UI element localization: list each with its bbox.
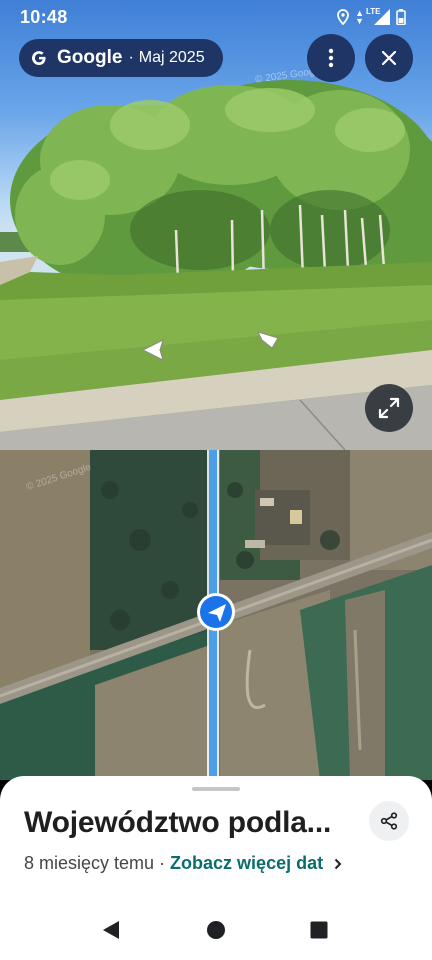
pill-separator: · <box>128 49 134 66</box>
more-dates-link[interactable]: Zobacz więcej dat <box>170 853 323 874</box>
close-button[interactable] <box>365 34 413 82</box>
expand-button[interactable] <box>365 384 413 432</box>
google-g-icon <box>32 51 46 66</box>
system-nav-bar <box>0 900 432 960</box>
expand-icon <box>378 397 400 419</box>
network-label: LTE <box>366 7 381 16</box>
capture-date: Maj 2025 <box>138 49 205 66</box>
status-icons: ▲ ▼ LTE <box>337 7 406 26</box>
more-vert-icon <box>328 48 334 68</box>
share-button[interactable] <box>369 801 409 841</box>
sheet-drag-handle[interactable] <box>192 787 240 791</box>
signal-lte-icon: LTE <box>366 7 390 25</box>
satellite-map[interactable]: © 2025 Google <box>0 450 432 780</box>
status-bar: 10:48 ▲ ▼ LTE <box>0 0 432 34</box>
home-circle-icon[interactable] <box>206 920 226 940</box>
more-options-button[interactable] <box>307 34 355 82</box>
recents-square-icon[interactable] <box>309 920 329 940</box>
place-title: Województwo podla... <box>24 806 332 839</box>
share-icon <box>380 812 398 830</box>
date-separator: · <box>159 853 166 873</box>
data-arrows-icon: ▲ ▼ <box>355 8 364 26</box>
google-brand: Google <box>57 47 123 68</box>
location-icon <box>337 9 349 25</box>
google-date-pill[interactable]: Google · Maj 2025 <box>19 39 223 77</box>
chevron-right-icon[interactable] <box>334 858 342 870</box>
relative-date: 8 miesięcy temu <box>24 853 155 873</box>
satellite-imagery <box>0 450 432 780</box>
status-time: 10:48 <box>20 6 68 27</box>
back-triangle-icon[interactable] <box>101 920 121 940</box>
battery-icon <box>396 9 406 25</box>
date-row: 8 miesięcy temu · Zobacz więcej dat <box>24 853 342 874</box>
navigation-arrow-icon <box>197 593 235 631</box>
close-icon <box>382 51 396 65</box>
